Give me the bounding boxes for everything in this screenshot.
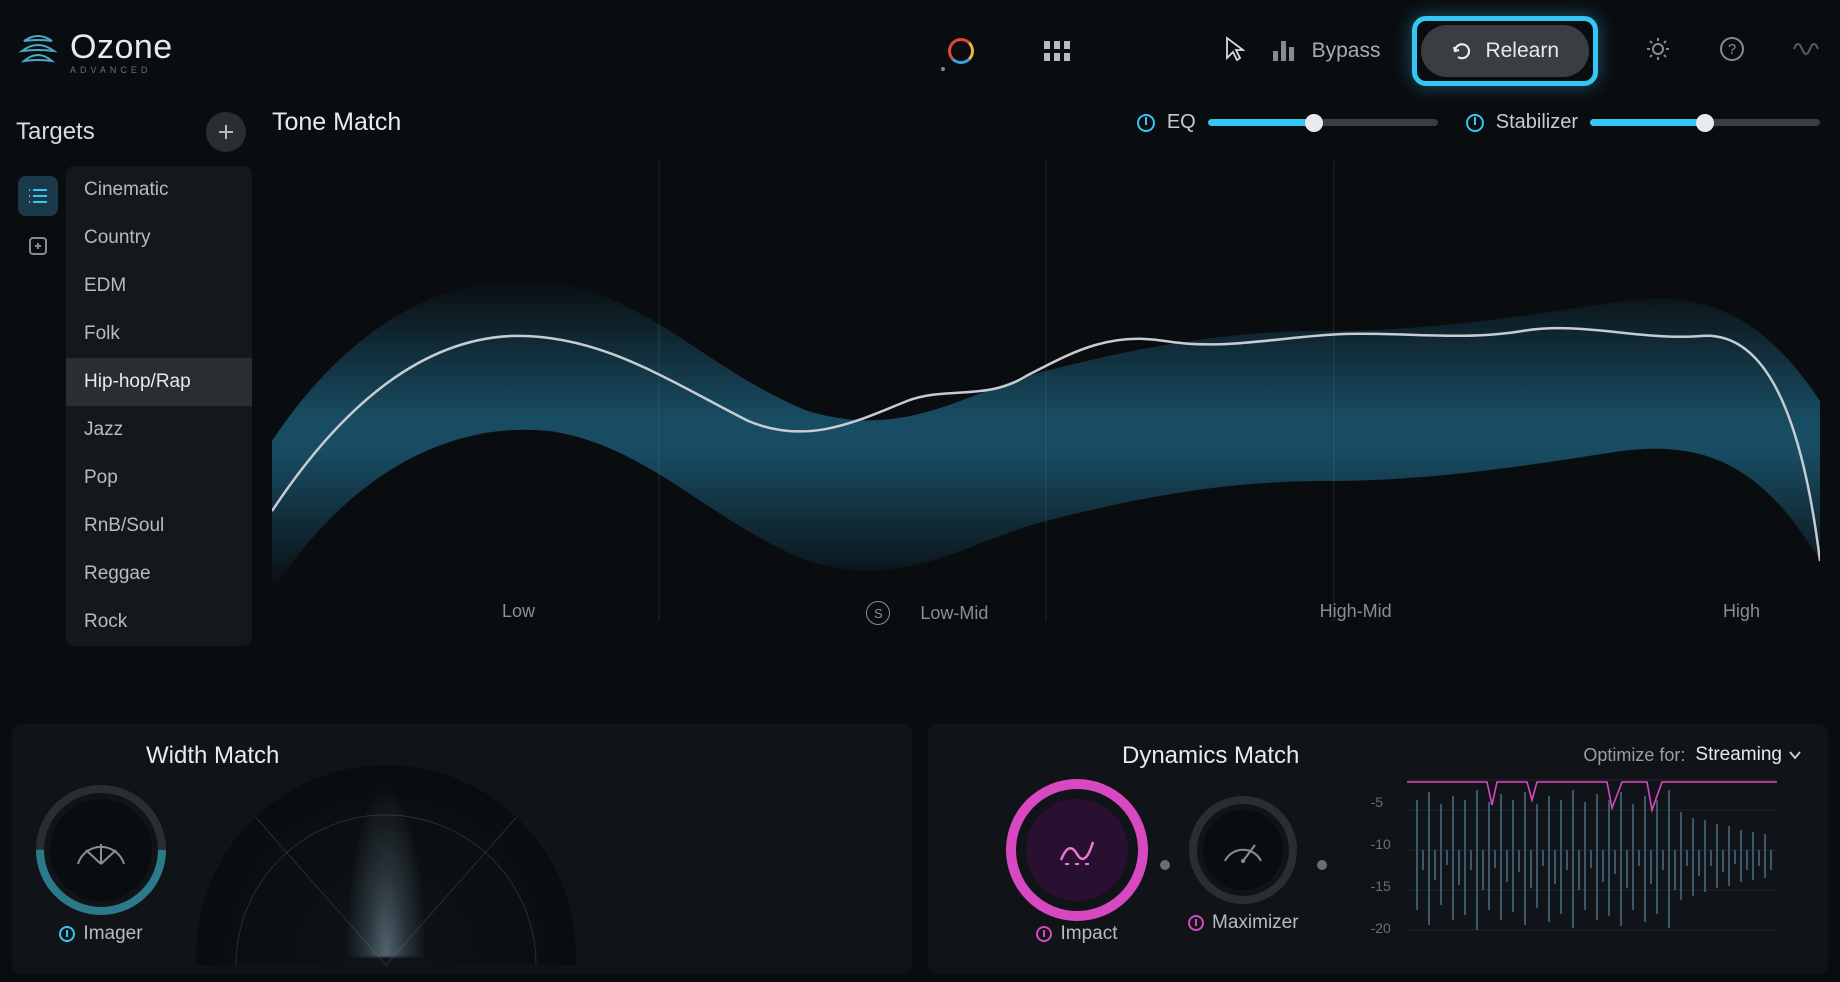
target-item[interactable]: Rock [66, 598, 252, 646]
ozone-logo-icon [18, 31, 58, 71]
axis-high: High [1723, 601, 1760, 625]
vectorscope [196, 765, 576, 965]
settings-button[interactable] [1644, 35, 1672, 68]
relearn-button[interactable]: Relearn [1421, 25, 1589, 77]
loudness-waveform: -5 -10 -15 -20 [1377, 770, 1777, 960]
axis-highmid: High-Mid [1320, 601, 1392, 625]
tone-match-title: Tone Match [272, 108, 401, 137]
imager-label: Imager [83, 923, 142, 945]
app-logo: Ozone ADVANCED [18, 28, 173, 75]
target-item[interactable]: EDM [66, 262, 252, 310]
impact-power-toggle[interactable] [1036, 926, 1052, 942]
meter-toggle-button[interactable] [1273, 41, 1294, 61]
target-item[interactable]: Cinematic [66, 166, 252, 214]
stabilizer-slider[interactable] [1590, 119, 1820, 126]
nav-list-button[interactable] [18, 176, 58, 216]
sidebar-title: Targets [16, 118, 95, 146]
maximizer-power-toggle[interactable] [1188, 915, 1204, 931]
imager-power-toggle[interactable] [59, 926, 75, 942]
maximizer-gauge-icon [1219, 833, 1267, 867]
imager-knob[interactable] [36, 785, 166, 915]
svg-text:?: ? [1728, 41, 1736, 58]
db-tick: -5 [1371, 794, 1391, 810]
axis-lowmid: Low-Mid [920, 603, 988, 624]
relearn-label: Relearn [1485, 39, 1559, 63]
width-match-title: Width Match [146, 742, 888, 770]
impact-label: Impact [1060, 923, 1117, 945]
bypass-button[interactable]: Bypass [1312, 39, 1381, 63]
knob-range-dot [1160, 860, 1170, 870]
stabilizer-label: Stabilizer [1496, 111, 1578, 134]
target-item[interactable]: RnB/Soul [66, 502, 252, 550]
list-icon [27, 187, 49, 205]
target-item[interactable]: Hip-hop/Rap [66, 358, 252, 406]
target-item[interactable]: Pop [66, 454, 252, 502]
target-item[interactable]: Jazz [66, 406, 252, 454]
plus-icon [217, 123, 235, 141]
meter-icon [1273, 41, 1294, 61]
maximizer-knob[interactable] [1189, 796, 1297, 904]
cursor-icon [1225, 36, 1245, 67]
eq-power-toggle[interactable] [1137, 114, 1155, 132]
optimize-for-value: Streaming [1695, 744, 1782, 766]
impact-knob[interactable] [1012, 785, 1142, 915]
target-item[interactable]: Folk [66, 310, 252, 358]
wave-icon [1792, 35, 1822, 63]
signal-button[interactable] [1792, 35, 1822, 68]
eq-label: EQ [1167, 111, 1196, 134]
gear-icon [1644, 35, 1672, 63]
knob-range-dot [1317, 860, 1327, 870]
optimize-for-label: Optimize for: [1583, 745, 1685, 766]
add-target-button[interactable] [206, 112, 246, 152]
maximizer-label: Maximizer [1212, 912, 1299, 934]
target-item[interactable]: Reggae [66, 550, 252, 598]
eq-slider[interactable] [1208, 119, 1438, 126]
app-name: Ozone [70, 28, 173, 67]
modules-grid-button[interactable] [1033, 27, 1081, 75]
imager-gauge-icon [72, 830, 130, 870]
color-wheel-icon [948, 38, 974, 64]
solo-band-button[interactable]: S [866, 601, 890, 625]
nav-add-file-button[interactable] [18, 226, 58, 266]
relearn-highlight: Relearn [1412, 16, 1598, 86]
refresh-icon [1451, 40, 1473, 62]
impact-icon [1055, 830, 1099, 870]
width-match-panel: Width Match [12, 724, 912, 974]
help-button[interactable]: ? [1718, 35, 1746, 68]
db-tick: -10 [1371, 836, 1391, 852]
target-list: CinematicCountryEDMFolkHip-hop/RapJazzPo… [66, 166, 252, 646]
tone-match-graph[interactable]: Low S Low-Mid High-Mid High [272, 141, 1820, 641]
chevron-down-icon [1788, 750, 1802, 760]
help-icon: ? [1718, 35, 1746, 63]
axis-low: Low [502, 601, 535, 625]
target-item[interactable]: Country [66, 214, 252, 262]
db-tick: -20 [1371, 920, 1391, 936]
grid-icon [1044, 41, 1070, 61]
stabilizer-power-toggle[interactable] [1466, 114, 1484, 132]
optimize-for-select[interactable]: Streaming [1695, 744, 1802, 766]
db-tick: -15 [1371, 878, 1391, 894]
dynamics-match-panel: Dynamics Match Optimize for: Streaming [928, 724, 1828, 974]
file-plus-icon [27, 235, 49, 257]
color-picker-button[interactable] [937, 27, 985, 75]
